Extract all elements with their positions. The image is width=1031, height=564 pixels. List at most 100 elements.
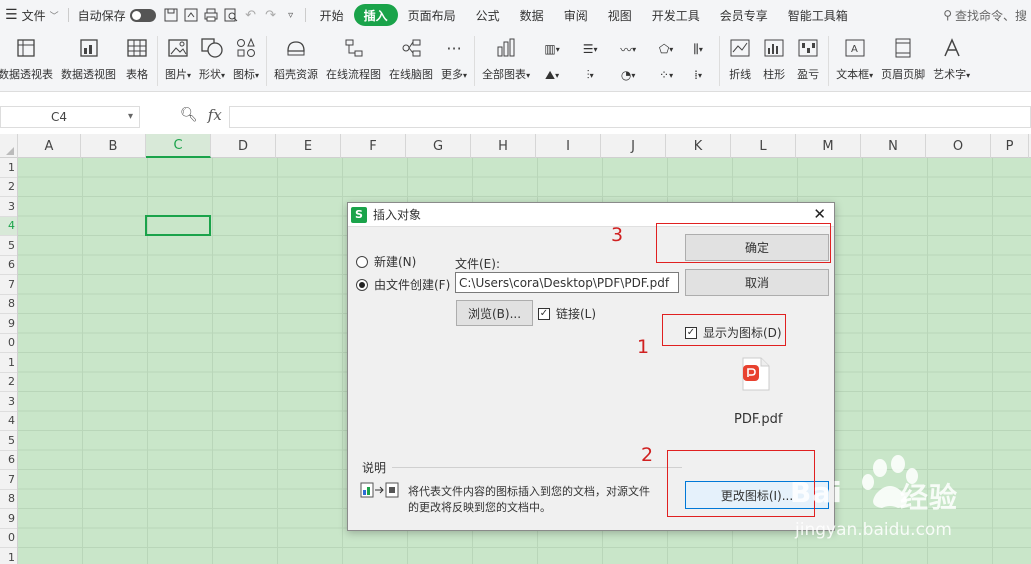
sparkline-column-button[interactable]: 柱形 [757,30,791,82]
tab-page-layout[interactable]: 页面布局 [398,4,466,26]
tab-view[interactable]: 视图 [598,4,642,26]
picture-button[interactable]: 图片▾ [161,30,195,82]
radio-create-from-file[interactable]: 由文件创建(F) [356,276,450,293]
pivot-chart-icon [76,36,102,60]
redo-icon[interactable]: ↷ [262,6,280,24]
column-header[interactable]: K [666,134,731,158]
radio-create-new[interactable]: 新建(N) [356,253,416,270]
column-header-selected[interactable]: C [146,134,211,158]
wordart-button[interactable]: 艺术字▾ [929,30,974,82]
column-header[interactable]: F [341,134,406,158]
pivot-chart-button[interactable]: 数据透视图 [57,30,120,82]
sparkline-line-button[interactable]: 折线 [723,30,757,82]
command-search[interactable]: ⚲ 查找命令、搜 [943,7,1031,24]
header-footer-button[interactable]: 页眉页脚 [877,30,929,82]
pie-chart-icon[interactable]: ◔ ▾ [614,66,642,84]
formula-input[interactable] [229,106,1031,128]
tab-smart-toolbox[interactable]: 智能工具箱 [778,4,858,26]
icons-button[interactable]: 图标▾ [229,30,263,82]
tab-member[interactable]: 会员专享 [710,4,778,26]
row-header[interactable]: 3 [0,197,17,217]
row-header[interactable]: 8 [0,295,17,314]
svg-text:A: A [851,44,858,55]
bar-chart-icon[interactable]: ☰ ▾ [576,40,604,58]
radar-chart-icon[interactable]: ⬠ ▾ [652,40,680,58]
undo-icon[interactable]: ↶ [242,6,260,24]
column-header[interactable]: N [861,134,926,158]
pivot-table-button[interactable]: 数据透视表 [0,30,57,82]
more-button[interactable]: ··· 更多▾ [437,30,471,82]
area-chart-icon[interactable]: ⛰ ▾ [538,66,566,84]
sparkline-winloss-button[interactable]: 盈亏 [791,30,825,82]
online-flowchart-button[interactable]: 在线流程图 [322,30,385,82]
row-header[interactable]: 2 [0,178,17,197]
histogram-chart-icon[interactable]: ⫼ ▾ [684,40,712,58]
column-header[interactable]: I [536,134,601,158]
column-header[interactable]: E [276,134,341,158]
row-header-selected[interactable]: 4 [0,216,17,236]
all-charts-button[interactable]: 全部图表▾ [478,30,534,82]
zoom-icon[interactable]: 🔍︎ [180,107,198,123]
tab-review[interactable]: 审阅 [554,4,598,26]
shapes-button[interactable]: 形状▾ [195,30,229,82]
row-header[interactable]: 6 [0,451,17,470]
toggle-switch[interactable] [129,8,156,22]
online-mindmap-button[interactable]: 在线脑图 [385,30,437,82]
row-header[interactable]: 2 [0,373,17,392]
column-header[interactable]: A [18,134,81,158]
save-icon[interactable] [162,6,180,24]
row-header[interactable]: 1 [0,353,17,373]
file-path-input[interactable]: C:\Users\cora\Desktop\PDF\PDF.pdf [455,272,679,293]
print-icon[interactable] [202,6,220,24]
column-header[interactable]: P [991,134,1029,158]
combo-chart-icon[interactable]: ⁞ ▾ [684,66,712,84]
column-chart-icon[interactable]: ▥ ▾ [538,40,566,58]
column-header[interactable]: M [796,134,861,158]
row-header[interactable]: 0 [0,334,17,353]
column-header[interactable]: O [926,134,991,158]
export-pdf-icon[interactable] [182,6,200,24]
print-preview-icon[interactable] [222,6,240,24]
row-header[interactable]: 7 [0,470,17,490]
row-header[interactable]: 5 [0,236,17,256]
file-menu[interactable]: ☰ 文件 ﹀ [0,0,64,30]
column-header[interactable]: D [211,134,276,158]
fx-icon[interactable]: fx [208,106,222,124]
close-icon[interactable]: ✕ [813,205,826,223]
name-box[interactable]: C4 ▾ [0,106,140,128]
column-header[interactable]: G [406,134,471,158]
autosave-toggle[interactable]: 自动保存 [73,0,161,30]
scatter-chart-icon[interactable]: ⁘ ▾ [652,66,680,84]
row-header[interactable]: 6 [0,256,17,275]
row-header[interactable]: 9 [0,314,17,334]
row-header[interactable]: 0 [0,529,17,548]
tab-developer[interactable]: 开发工具 [642,4,710,26]
row-header[interactable]: 1 [0,548,17,564]
textbox-button[interactable]: A 文本框▾ [832,30,877,82]
select-all-corner[interactable] [0,134,18,158]
row-header[interactable]: 8 [0,490,17,509]
table-button[interactable]: 表格 [120,30,154,82]
docer-resources-button[interactable]: 稻壳资源 [270,30,322,82]
browse-button[interactable]: 浏览(B)... [456,300,533,326]
column-header[interactable]: J [601,134,666,158]
row-header[interactable]: 3 [0,392,17,412]
stock-chart-icon[interactable]: ⫶ ▾ [576,66,604,84]
link-checkbox[interactable]: ✓ 链接(L) [538,305,596,322]
row-header[interactable]: 4 [0,412,17,431]
active-cell-c4[interactable] [145,215,211,236]
row-header[interactable]: 9 [0,509,17,529]
column-header[interactable]: L [731,134,796,158]
tab-home[interactable]: 开始 [310,4,354,26]
row-header[interactable]: 7 [0,275,17,295]
cancel-button[interactable]: 取消 [685,269,829,296]
column-header[interactable]: B [81,134,146,158]
line-chart-icon[interactable]: 〰 ▾ [614,40,642,58]
tab-insert[interactable]: 插入 [353,4,398,26]
tab-data[interactable]: 数据 [510,4,554,26]
tab-formulas[interactable]: 公式 [466,4,510,26]
column-header[interactable]: H [471,134,536,158]
row-header[interactable]: 1 [0,158,17,178]
row-header[interactable]: 5 [0,431,17,451]
customize-chevron-icon[interactable]: ▿ [282,6,300,24]
